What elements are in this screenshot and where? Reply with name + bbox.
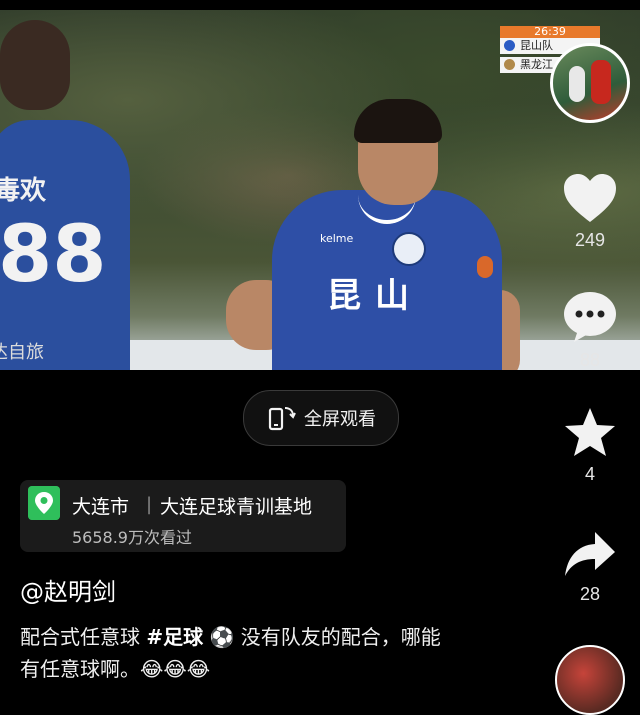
location-card[interactable]: 大连市 | 大连足球青训基地 5658.9万次看过: [20, 480, 346, 552]
location-city: 大连市: [72, 496, 130, 518]
post-caption: 配合式任意球 #足球 ⚽ 没有队友的配合，哪能有任意球啊。😂😂😂: [20, 621, 460, 685]
share-button[interactable]: 28: [555, 530, 625, 605]
avatar-figure-red: [591, 60, 611, 104]
music-disc-avatar[interactable]: [555, 645, 625, 715]
comment-button[interactable]: 88: [555, 290, 625, 371]
club-badge: [392, 232, 426, 266]
jersey-brand: kelme: [320, 232, 354, 245]
like-button[interactable]: 249: [555, 172, 625, 251]
fullscreen-label: 全屏观看: [304, 409, 376, 430]
left-player-name: 毒欢: [0, 176, 47, 206]
left-player-head: [0, 20, 70, 110]
avatar-figure-white: [569, 66, 585, 102]
fullscreen-button[interactable]: 全屏观看: [243, 390, 399, 446]
star-icon: [565, 408, 615, 456]
share-count: 28: [579, 584, 601, 604]
location-pin-icon: [28, 486, 60, 520]
sleeve-patch: [477, 256, 493, 278]
caption-text-1: 配合式任意球: [20, 625, 147, 649]
share-icon: [565, 532, 615, 576]
location-views: 5658.9万次看过: [72, 528, 192, 547]
like-count: 249: [574, 230, 606, 250]
author-handle[interactable]: @赵明剑: [20, 572, 116, 607]
main-player: kelme 昆山: [272, 190, 502, 370]
location-separator: |: [146, 494, 153, 515]
favorite-button[interactable]: 4: [555, 406, 625, 485]
team-1-crest-icon: [504, 40, 515, 51]
heart-icon: [564, 174, 616, 222]
team-2-crest-icon: [504, 59, 515, 70]
match-time: 26:39: [500, 26, 600, 38]
favorite-count: 4: [584, 464, 595, 484]
team-2-name: 黑龙江: [520, 58, 553, 71]
rotate-screen-icon: [268, 407, 296, 431]
jersey-text: 昆山: [327, 276, 423, 316]
left-player: 毒欢 88 达自旅: [0, 20, 130, 370]
team-1-name: 昆山队: [520, 39, 553, 52]
creator-avatar[interactable]: [550, 43, 630, 123]
main-player-head: [354, 99, 442, 205]
location-place: 大连足球青训基地: [160, 496, 313, 518]
hashtag-link[interactable]: #足球: [146, 625, 203, 649]
comment-count: 88: [579, 350, 601, 370]
laughing-emoji-icons: 😂😂😂: [140, 657, 211, 681]
soccer-ball-icon: ⚽: [203, 625, 235, 649]
comment-icon: [564, 292, 616, 342]
left-player-sponsor: 达自旅: [0, 342, 44, 363]
left-player-number: 88: [0, 210, 107, 300]
